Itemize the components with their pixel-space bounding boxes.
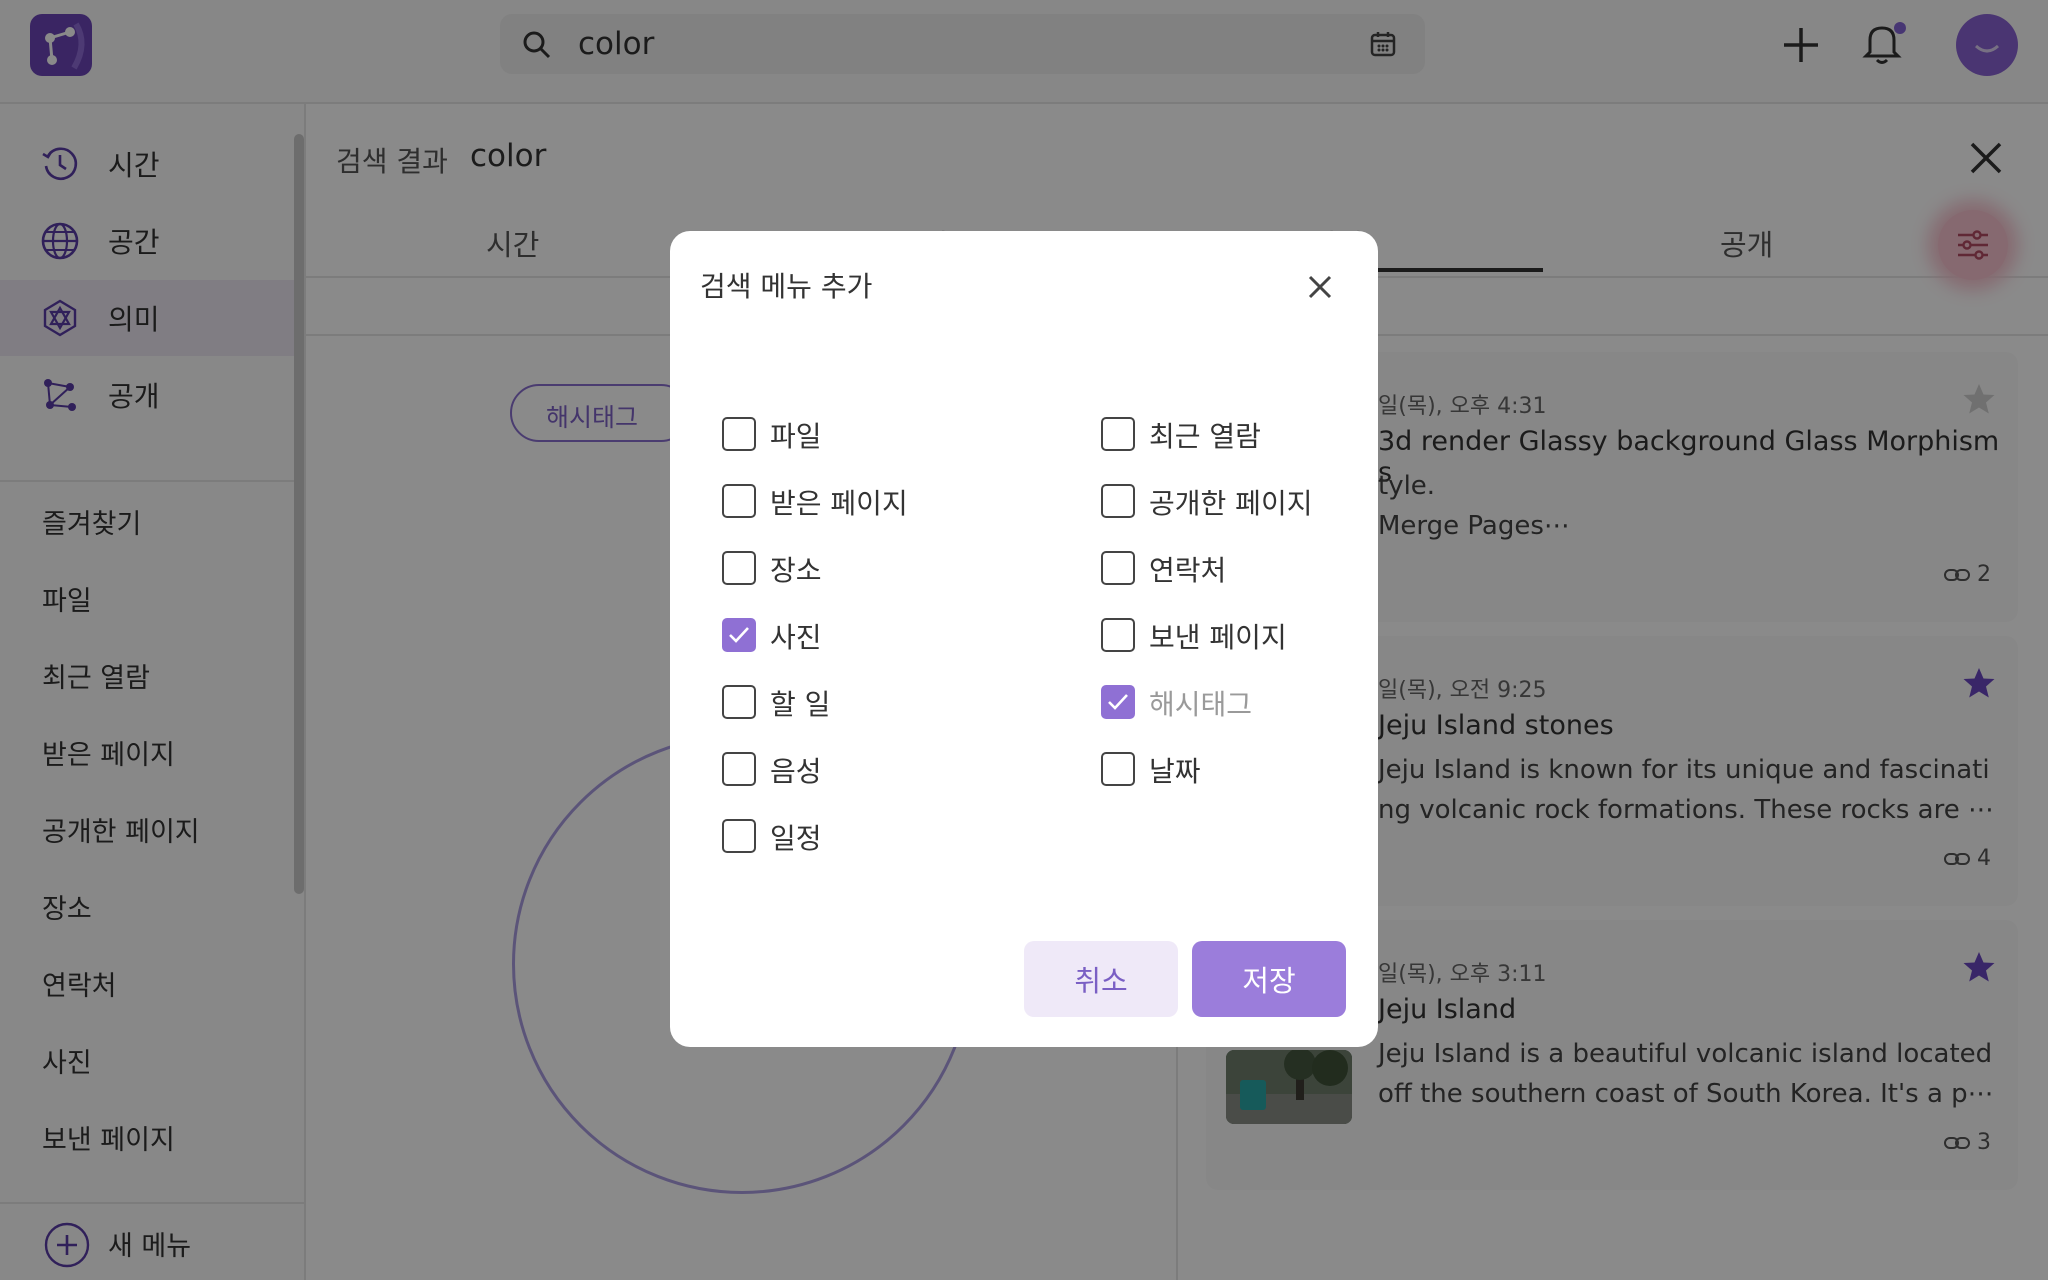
option-label: 음성 <box>770 755 822 788</box>
checkbox[interactable] <box>1101 551 1135 585</box>
checkbox[interactable] <box>1101 618 1135 652</box>
save-button[interactable]: 저장 <box>1192 941 1346 1017</box>
option-label: 사진 <box>770 621 822 654</box>
close-icon[interactable] <box>1306 273 1334 301</box>
option-label: 할 일 <box>770 688 831 721</box>
checkbox[interactable] <box>722 685 756 719</box>
checkbox-checked-disabled <box>1101 685 1135 719</box>
option-label: 일정 <box>770 822 822 855</box>
checkbox[interactable] <box>722 819 756 853</box>
dialog-title: 검색 메뉴 추가 <box>700 270 873 303</box>
checkbox[interactable] <box>1101 417 1135 451</box>
check-icon <box>729 627 749 643</box>
checkbox[interactable] <box>722 551 756 585</box>
checkbox[interactable] <box>1101 484 1135 518</box>
option-label: 연락처 <box>1149 554 1227 587</box>
check-icon <box>1108 694 1128 710</box>
cancel-button[interactable]: 취소 <box>1024 941 1178 1017</box>
save-button-label: 저장 <box>1242 966 1296 998</box>
checkbox[interactable] <box>1101 752 1135 786</box>
option-label: 최근 열람 <box>1149 420 1261 453</box>
checkbox[interactable] <box>722 752 756 786</box>
option-label: 해시태그 <box>1149 688 1253 721</box>
cancel-button-label: 취소 <box>1074 966 1128 998</box>
checkbox[interactable] <box>722 484 756 518</box>
checkbox[interactable] <box>722 417 756 451</box>
option-label: 보낸 페이지 <box>1149 621 1287 654</box>
option-label: 파일 <box>770 420 822 453</box>
option-label: 날짜 <box>1149 755 1201 788</box>
checkbox-checked[interactable] <box>722 618 756 652</box>
option-label: 공개한 페이지 <box>1149 487 1313 520</box>
option-label: 장소 <box>770 554 822 587</box>
option-label: 받은 페이지 <box>770 487 908 520</box>
add-search-menu-dialog: 검색 메뉴 추가 파일 받은 페이지 장소 사진 할 일 음성 일정 최근 열람… <box>670 231 1378 1047</box>
